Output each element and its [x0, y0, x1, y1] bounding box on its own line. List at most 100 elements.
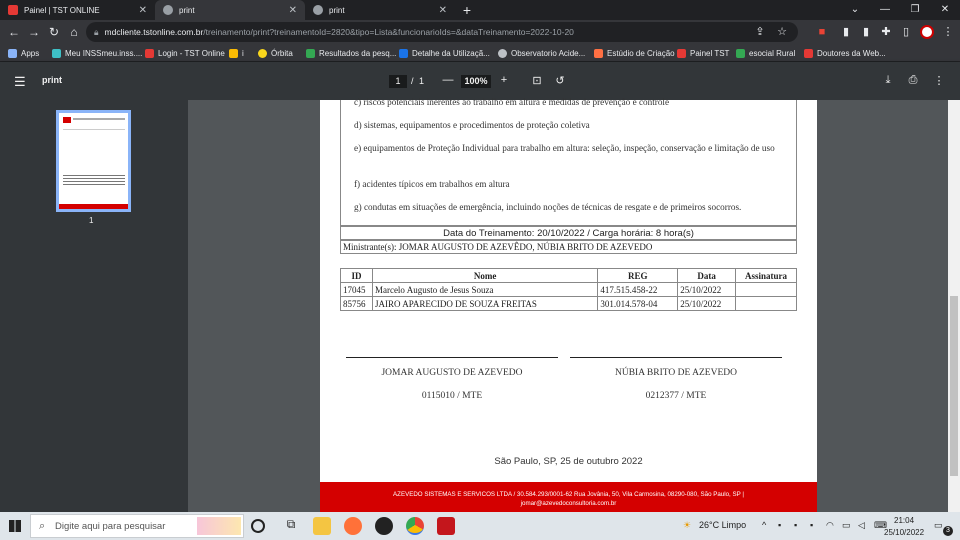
search-icon: ⌕ — [39, 520, 46, 532]
bookmark-item[interactable]: i — [229, 44, 244, 62]
thumbnail-page-label: 1 — [89, 216, 94, 225]
tab-title: print — [179, 5, 195, 15]
wifi-icon[interactable]: ◠ — [826, 520, 834, 531]
task-view-icon[interactable]: ⧉ — [282, 517, 300, 535]
cell-date: 25/10/2022 — [677, 282, 737, 297]
notification-icon[interactable]: ▭ — [934, 520, 943, 531]
column-header-date: Data — [677, 268, 737, 283]
table-row: 17045 Marcelo Augusto de Jesus Souza 417… — [340, 282, 797, 297]
topic-item: g) condutas em situações de emergência, … — [354, 202, 742, 212]
clock-date[interactable]: 25/10/2022 — [884, 528, 924, 537]
cell-id: 17045 — [340, 282, 373, 297]
page-number-input[interactable]: 1 — [389, 75, 407, 88]
menu-dots-icon[interactable]: ⋮ — [940, 24, 956, 40]
puzzle-icon[interactable]: ✚ — [878, 24, 894, 40]
bookmark-item[interactable]: Observatorio Acide... — [498, 44, 585, 62]
menu-icon[interactable]: ☰ — [14, 74, 26, 90]
acrobat-icon[interactable] — [437, 517, 455, 535]
tab-painel[interactable]: Painel | TST ONLINE ✕ — [0, 0, 155, 20]
bookmark-item[interactable]: Órbita — [258, 44, 293, 62]
tst-icon — [677, 48, 686, 58]
weather-text[interactable]: 26°C Limpo — [699, 520, 746, 530]
forward-button[interactable]: → — [26, 24, 42, 40]
file-explorer-icon[interactable] — [313, 517, 331, 535]
signer-name: JOMAR AUGUSTO DE AZEVEDO — [381, 368, 523, 378]
address-bar[interactable]: 🔒︎ mdcliente.tstonline.com.br/treinament… — [86, 22, 798, 42]
search-placeholder: Digite aqui para pesquisar — [55, 520, 166, 532]
zoom-out-button[interactable]: — — [441, 74, 455, 86]
tray-icon[interactable]: ▪ — [778, 520, 781, 530]
page-separator: / — [411, 76, 414, 86]
bookmark-item[interactable]: Doutores da Web... — [804, 44, 886, 62]
share-icon[interactable]: ⇪ — [752, 24, 768, 40]
bookmark-item[interactable]: Login - TST Online — [145, 44, 225, 62]
extension-icon[interactable]: ▮ — [858, 24, 874, 40]
bookmark-item[interactable]: Painel TST — [677, 44, 729, 62]
tab-print[interactable]: print ✕ — [305, 0, 455, 20]
print-icon[interactable]: ⎙ — [906, 74, 920, 87]
signature-line — [346, 357, 558, 358]
bookmark-item[interactable]: Resultados da pesq... — [306, 44, 396, 62]
bookmark-apps[interactable]: Apps — [8, 44, 39, 62]
close-icon[interactable]: ✕ — [139, 5, 147, 16]
profile-avatar[interactable] — [920, 25, 934, 39]
pdf-toolbar: ☰ print 1 / 1 — 100% + ⊡ ↺ ⤓ ⎙ ⋮ — [0, 62, 960, 100]
bookmark-item[interactable]: esocial Rural — [736, 44, 795, 62]
globe-icon — [163, 5, 173, 15]
app-icon[interactable] — [375, 517, 393, 535]
weather-icon: ☀ — [683, 520, 692, 530]
tray-icon[interactable]: ▪ — [810, 520, 813, 530]
apps-grid-icon — [8, 48, 17, 58]
star-icon[interactable]: ☆ — [774, 24, 790, 40]
results-icon — [306, 48, 315, 58]
home-button[interactable]: ⌂ — [66, 24, 82, 40]
bookmark-item[interactable]: Estúdio de Criação — [594, 44, 675, 62]
clock-time[interactable]: 21:04 — [894, 516, 914, 525]
zoom-in-button[interactable]: + — [497, 74, 511, 86]
tray-chevron-icon[interactable]: ^ — [762, 520, 766, 530]
close-icon[interactable]: ✕ — [289, 5, 297, 16]
cell-signature — [735, 282, 797, 297]
close-icon[interactable]: ✕ — [439, 5, 447, 16]
close-window-button[interactable]: ✕ — [930, 0, 960, 20]
maximize-button[interactable]: ❐ — [900, 0, 930, 20]
extension-red-icon[interactable]: ■ — [814, 24, 830, 40]
bookmark-item[interactable]: Meu INSSmeu.inss.... — [52, 44, 142, 62]
tray-icon[interactable]: ▪ — [794, 520, 797, 530]
cortana-icon[interactable] — [251, 519, 265, 533]
topic-item: f) acidentes típicos em trabalhos em alt… — [354, 179, 510, 189]
taskbar-search-input[interactable]: ⌕ Digite aqui para pesquisar — [30, 514, 244, 538]
more-icon[interactable]: ⋮ — [932, 74, 946, 87]
page-thumbnail[interactable] — [56, 110, 131, 212]
cell-signature — [735, 296, 797, 311]
cell-reg: 417.515.458-22 — [597, 282, 679, 297]
bookmark-item[interactable]: Detalhe da Utilizaçã... — [399, 44, 490, 62]
rotate-icon[interactable]: ↺ — [553, 74, 567, 87]
new-tab-button[interactable]: + — [459, 2, 475, 18]
column-header-name: Nome — [371, 268, 599, 283]
tab-print-active[interactable]: print ✕ — [155, 0, 305, 20]
doutores-icon — [804, 48, 813, 58]
scrollbar-thumb[interactable] — [950, 296, 958, 476]
windows-start-icon[interactable] — [9, 520, 21, 532]
tab-search-icon[interactable]: ⌄ — [840, 0, 870, 20]
extension-icon[interactable]: ▮ — [838, 24, 854, 40]
footer-company: AZEVEDO SISTEMAS E SERVICOS LTDA / 30.58… — [393, 491, 744, 498]
battery-icon[interactable]: ▭ — [842, 520, 851, 531]
fit-page-icon[interactable]: ⊡ — [530, 74, 544, 87]
download-icon[interactable]: ⤓ — [881, 74, 895, 87]
back-button[interactable]: ← — [6, 24, 22, 40]
volume-icon[interactable]: ◁ — [858, 520, 865, 531]
cell-id: 85756 — [340, 296, 373, 311]
reload-button[interactable]: ↻ — [46, 24, 62, 40]
sidepanel-icon[interactable]: ▯ — [898, 24, 914, 40]
firefox-icon[interactable] — [344, 517, 362, 535]
minimize-button[interactable]: — — [870, 0, 900, 20]
zoom-input[interactable]: 100% — [461, 75, 491, 88]
attendance-table: ID Nome REG Data Assinatura 17045 Marcel… — [340, 268, 797, 311]
drive-icon — [229, 48, 238, 58]
pdf-title: print — [42, 75, 62, 85]
esocial-icon — [736, 48, 745, 58]
search-highlight-image — [197, 517, 241, 535]
chrome-icon[interactable] — [406, 517, 424, 535]
